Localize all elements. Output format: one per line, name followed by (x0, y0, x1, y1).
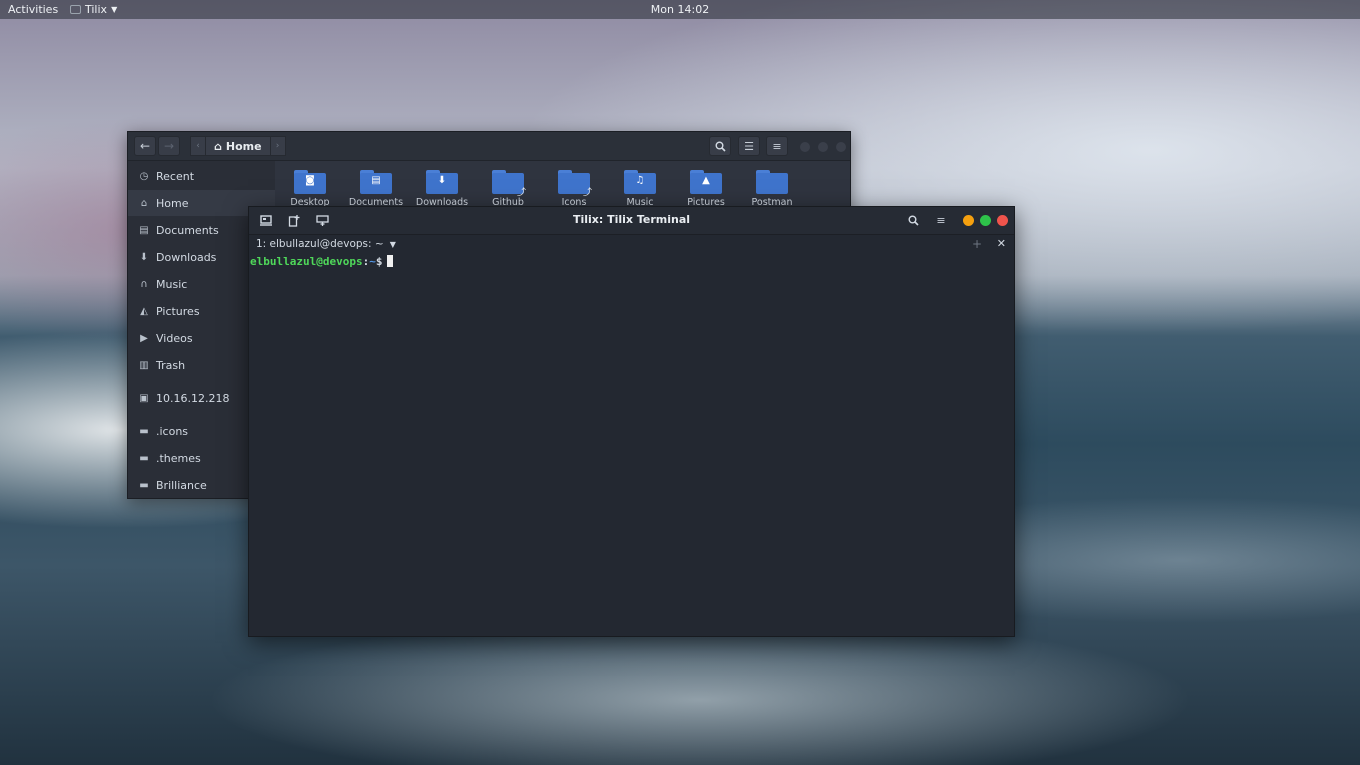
sidebar-item-label: Music (156, 277, 188, 291)
folder-icons[interactable]: ⤴ Icons (544, 170, 604, 210)
search-icon (715, 141, 726, 152)
chevron-down-icon: ▼ (111, 5, 118, 14)
folder-postman[interactable]: Postman (742, 170, 802, 210)
headphones-icon: ∩ (140, 278, 148, 290)
top-bar: Activities Tilix ▼ Mon 14:02 (0, 0, 1360, 19)
hamburger-menu-icon: ≡ (936, 214, 946, 227)
close-button[interactable] (836, 142, 846, 152)
minimize-button[interactable] (800, 142, 810, 152)
menu-button[interactable]: ≡ (930, 211, 952, 230)
music-folder-icon: ♫ (635, 175, 645, 186)
folder-icon: ▬ (139, 425, 149, 437)
image-icon: ◭ (140, 305, 148, 317)
forward-button[interactable]: → (158, 136, 180, 156)
close-button[interactable] (997, 215, 1008, 226)
text-cursor (387, 255, 394, 267)
view-list-button[interactable]: ☰ (738, 136, 760, 156)
home-icon: ⌂ (140, 197, 148, 209)
path-scroll-right-button[interactable]: › (269, 136, 286, 156)
arrow-right-icon: → (163, 139, 175, 153)
maximize-button[interactable] (818, 142, 828, 152)
tilix-app-icon (70, 5, 81, 14)
sidebar-item-label: .themes (156, 451, 201, 465)
sidebar-item-label: Documents (156, 223, 219, 237)
maximize-button[interactable] (980, 215, 991, 226)
desktop-folder-icon: ◙ (305, 175, 315, 186)
shell-prompt: elbullazul@devops:~$ (250, 255, 394, 268)
app-menu-label: Tilix (85, 3, 108, 16)
clock-icon: ◷ (139, 170, 149, 182)
folder-music[interactable]: ♫ Music (610, 170, 670, 210)
download-icon: ⬇ (139, 251, 149, 263)
hamburger-menu-icon: ≡ (772, 139, 782, 153)
sidebar-item-label: Downloads (156, 250, 217, 264)
folder-downloads[interactable]: ⬇ Downloads (412, 170, 472, 210)
folder-github[interactable]: ⤴ Github (478, 170, 538, 210)
chevron-down-icon: ▼ (389, 239, 396, 249)
search-button[interactable] (709, 136, 731, 156)
folder-documents[interactable]: ▤ Documents (346, 170, 406, 210)
terminal-session-dropdown[interactable]: 1: elbullazul@devops: ~ ▼ (256, 238, 396, 250)
sidebar-item-label: Trash (156, 358, 186, 372)
tilix-terminal-window: Tilix: Tilix Terminal ≡ 1: elbullazul@de… (248, 206, 1015, 637)
files-header-bar: ← → ‹ ⌂ Home › ☰ ≡ (128, 132, 850, 161)
document-icon: ▤ (139, 224, 149, 236)
home-icon: ⌂ (214, 139, 222, 153)
arrow-left-icon: ← (139, 139, 151, 153)
back-button[interactable]: ← (134, 136, 156, 156)
path-bar: ‹ ⌂ Home › (190, 136, 286, 156)
clock[interactable]: Mon 14:02 (651, 3, 709, 16)
sidebar-item-label: 10.16.12.218 (156, 391, 230, 405)
path-crumb-label: Home (225, 139, 262, 153)
window-title: Tilix: Tilix Terminal (572, 213, 691, 226)
video-icon: ▶ (140, 332, 148, 344)
activities-button[interactable]: Activities (8, 3, 58, 16)
path-crumb-home[interactable]: ⌂ Home (206, 136, 270, 156)
sidebar-item-label: Home (156, 196, 189, 210)
minimize-button[interactable] (963, 215, 974, 226)
prompt-symbol: $ (375, 255, 383, 268)
documents-folder-icon: ▤ (371, 175, 381, 186)
folder-desktop[interactable]: ◙ Desktop (280, 170, 340, 210)
app-menu[interactable]: Tilix ▼ (70, 3, 117, 16)
list-view-icon: ☰ (744, 139, 754, 153)
network-folder-icon: ▣ (139, 392, 149, 404)
terminal-output[interactable]: elbullazul@devops:~$ (249, 255, 1014, 636)
folder-icon: ▬ (139, 452, 149, 464)
sidebar-item-recent[interactable]: ◷ Recent (128, 163, 275, 189)
tilix-titlebar: Tilix: Tilix Terminal ≡ (249, 207, 1014, 235)
terminal-session-label: 1: elbullazul@devops: ~ (256, 238, 384, 250)
find-button[interactable] (902, 211, 924, 230)
menu-button[interactable]: ≡ (766, 136, 788, 156)
close-terminal-button[interactable]: ✕ (997, 237, 1006, 250)
symlink-arrow-icon: ⤴ (516, 188, 526, 198)
folder-pictures[interactable]: ▲ Pictures (676, 170, 736, 210)
sidebar-item-label: .icons (156, 424, 189, 438)
sidebar-item-label: Pictures (156, 304, 200, 318)
sidebar-item-label: Recent (156, 169, 195, 183)
folder-icon: ▬ (139, 479, 149, 491)
sidebar-item-label: Videos (156, 331, 193, 345)
add-terminal-button[interactable]: + (972, 237, 982, 251)
sidebar-item-label: Brilliance (156, 478, 207, 492)
downloads-folder-icon: ⬇ (437, 175, 447, 186)
terminal-title-bar: 1: elbullazul@devops: ~ ▼ + ✕ (249, 235, 1014, 255)
prompt-path: ~ (369, 255, 376, 268)
pictures-folder-icon: ▲ (702, 175, 710, 186)
trash-icon: ▥ (139, 359, 149, 371)
search-icon (908, 215, 919, 226)
prompt-user-host: elbullazul@devops (250, 255, 363, 268)
symlink-arrow-icon: ⤴ (582, 188, 592, 198)
path-scroll-left-button[interactable]: ‹ (190, 136, 206, 156)
